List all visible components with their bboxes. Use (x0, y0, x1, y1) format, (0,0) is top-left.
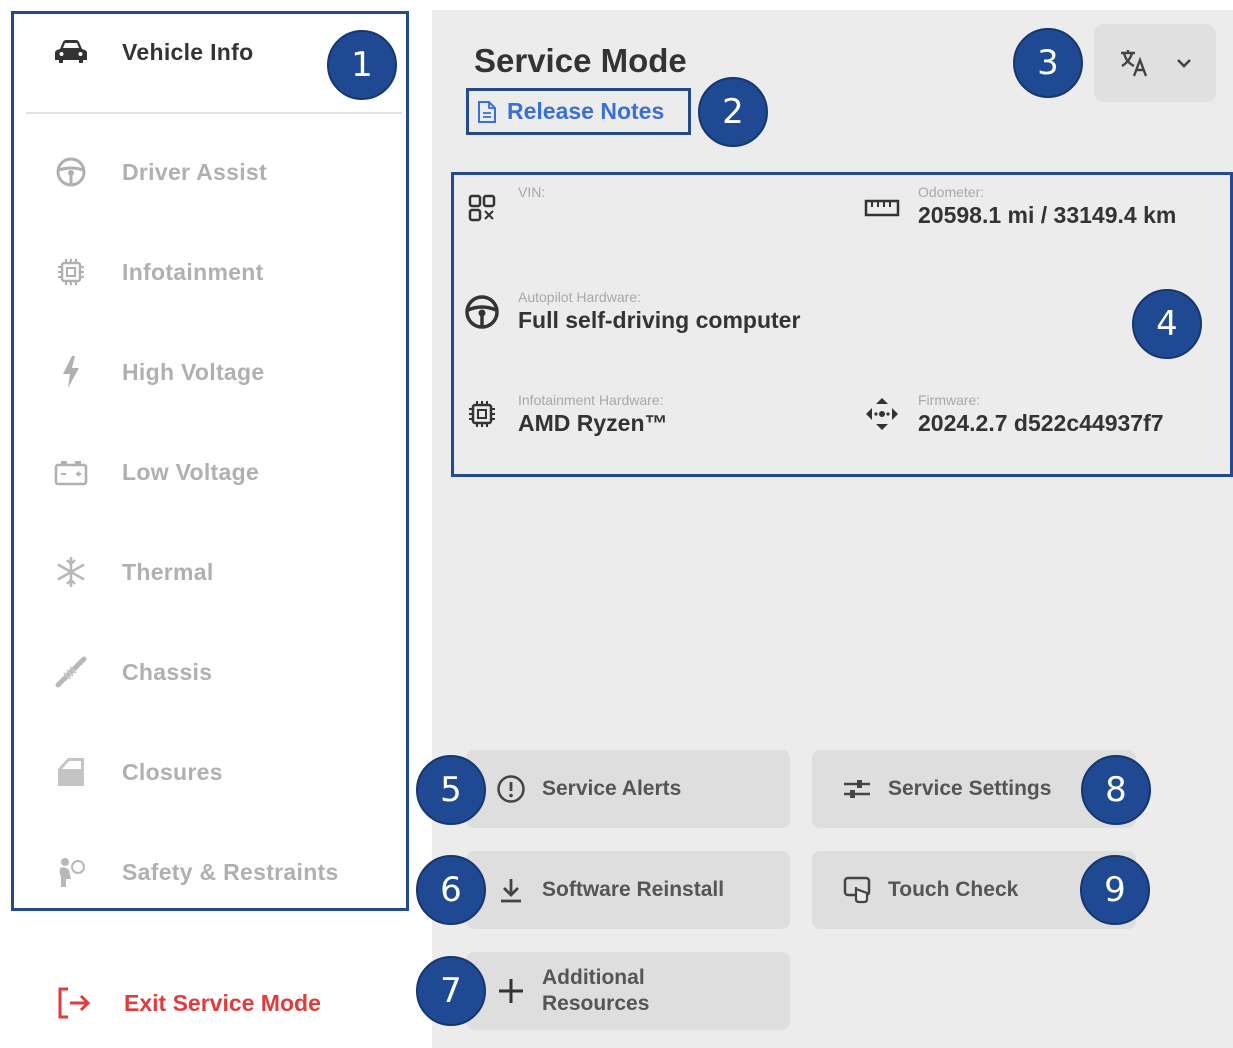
exit-service-mode-button[interactable]: Exit Service Mode (50, 975, 370, 1031)
odometer-label: Odometer: (918, 184, 985, 200)
release-notes-label: Release Notes (507, 98, 665, 124)
autopilot-hardware-value: Full self-driving computer (518, 307, 801, 333)
service-alerts-button[interactable]: Service Alerts (466, 750, 790, 828)
service-settings-label: Service Settings (888, 777, 1052, 800)
sidebar-item-closures[interactable]: Closures (26, 722, 402, 822)
sidebar-item-high-voltage[interactable]: High Voltage (26, 322, 402, 422)
sidebar-item-label: Vehicle Info (122, 38, 254, 65)
infotainment-hardware-field: Infotainment Hardware: AMD Ryzen™ (464, 392, 668, 437)
sidebar-item-thermal[interactable]: Thermal (26, 522, 402, 622)
annotation-badge-7: 7 (416, 956, 486, 1026)
qr-code-icon (464, 190, 500, 226)
airbag-icon (54, 855, 88, 889)
annotation-badge-3: 3 (1013, 28, 1083, 98)
sidebar-item-safety-restraints[interactable]: Safety & Restraints (26, 822, 402, 922)
language-dropdown[interactable] (1094, 24, 1216, 102)
firmware-field: Firmware: 2024.2.7 d522c44937f7 (864, 392, 1164, 437)
infotainment-hardware-label: Infotainment Hardware: (518, 392, 664, 408)
annotation-badge-9: 9 (1080, 855, 1150, 925)
firmware-value: 2024.2.7 d522c44937f7 (918, 410, 1164, 436)
sidebar-item-label: Thermal (122, 558, 214, 585)
annotation-badge-8: 8 (1081, 755, 1151, 825)
additional-resources-line-1: Additional (542, 966, 645, 989)
firmware-label: Firmware: (918, 392, 981, 408)
exit-service-mode-label: Exit Service Mode (124, 989, 321, 1016)
ruler-icon (864, 190, 900, 226)
infotainment-hardware-value: AMD Ryzen™ (518, 410, 668, 436)
software-reinstall-button[interactable]: Software Reinstall (466, 851, 790, 929)
sidebar-item-label: Closures (122, 758, 223, 785)
touch-screen-icon (840, 873, 874, 907)
plus-icon (494, 974, 528, 1008)
sliders-icon (840, 772, 874, 806)
page-title: Service Mode (474, 42, 687, 79)
annotation-badge-1: 1 (327, 30, 397, 100)
firmware-move-icon (864, 396, 900, 432)
annotation-badge-6: 6 (416, 855, 486, 925)
car-door-icon (54, 755, 88, 789)
sidebar-item-driver-assist[interactable]: Driver Assist (26, 122, 402, 222)
odometer-field: Odometer: 20598.1 mi / 33149.4 km (864, 184, 1177, 229)
sidebar-item-label: High Voltage (122, 358, 265, 385)
sidebar-item-label: Low Voltage (122, 458, 260, 485)
sidebar-item-low-voltage[interactable]: Low Voltage (26, 422, 402, 522)
alert-circle-icon (494, 772, 528, 806)
translate-icon (1118, 47, 1150, 79)
chip-icon (54, 255, 88, 289)
annotation-badge-4: 4 (1132, 289, 1202, 359)
sidebar-item-chassis[interactable]: Chassis (26, 622, 402, 722)
sidebar-item-label: Safety & Restraints (122, 858, 339, 885)
sidebar: Vehicle Info Driver Assist Infotainment … (0, 0, 425, 1048)
annotation-badge-5: 5 (416, 755, 486, 825)
snowflake-icon (54, 555, 88, 589)
autopilot-hardware-field: Autopilot Hardware: Full self-driving co… (464, 289, 801, 334)
odometer-value: 20598.1 mi / 33149.4 km (918, 202, 1177, 228)
additional-resources-label: Additional Resources (542, 965, 649, 1017)
document-icon (477, 100, 497, 124)
shock-absorber-icon (54, 655, 88, 689)
software-reinstall-label: Software Reinstall (542, 878, 725, 901)
sidebar-item-label: Chassis (122, 658, 213, 685)
sidebar-divider (26, 112, 402, 114)
steering-wheel-icon (464, 294, 500, 330)
additional-resources-line-2: Resources (542, 992, 650, 1015)
annotation-badge-2: 2 (698, 77, 768, 147)
steering-wheel-icon (54, 155, 88, 189)
download-icon (494, 873, 528, 907)
car-icon (54, 35, 88, 69)
vin-label: VIN: (518, 184, 546, 200)
sidebar-item-infotainment[interactable]: Infotainment (26, 222, 402, 322)
chevron-down-icon (1176, 58, 1192, 68)
chip-icon (464, 396, 500, 432)
battery-icon (54, 455, 88, 489)
sidebar-item-label: Driver Assist (122, 158, 267, 185)
additional-resources-button[interactable]: Additional Resources (466, 952, 790, 1030)
autopilot-hardware-label: Autopilot Hardware: (518, 289, 641, 305)
vin-field: VIN: (464, 184, 546, 226)
touch-check-label: Touch Check (888, 878, 1019, 901)
service-alerts-label: Service Alerts (542, 777, 682, 800)
lightning-bolt-icon (54, 355, 88, 389)
release-notes-link[interactable]: Release Notes (467, 89, 690, 134)
sidebar-item-label: Infotainment (122, 258, 264, 285)
exit-icon (56, 986, 92, 1020)
